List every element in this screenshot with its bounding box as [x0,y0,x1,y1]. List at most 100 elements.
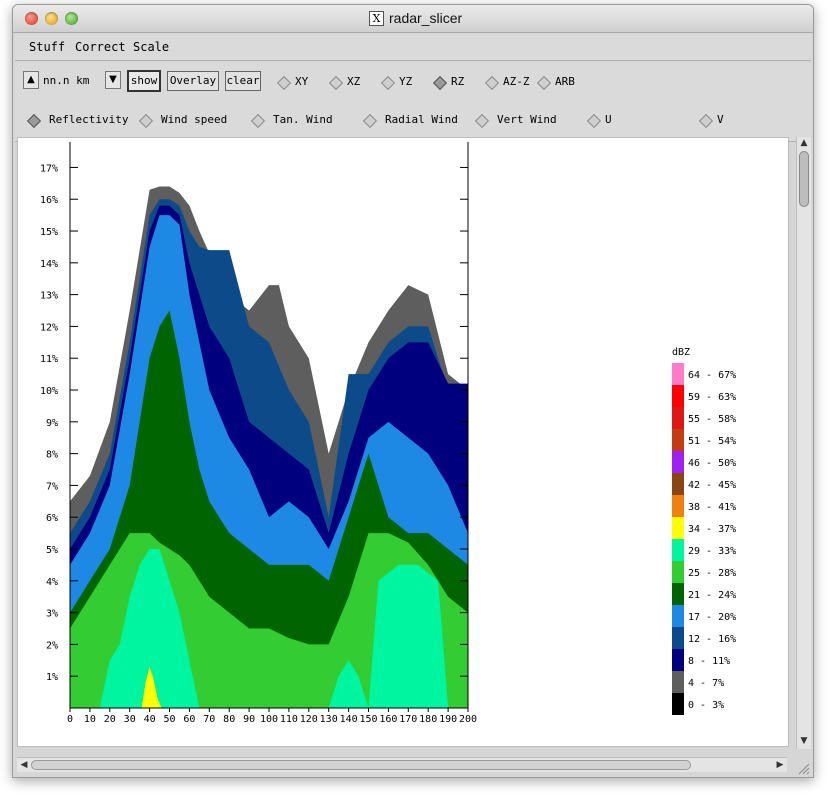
legend-label-4: 46 - 50% [688,458,736,469]
show-button[interactable]: show [127,70,161,92]
scroll-up-arrow-icon[interactable]: ▲ [797,137,811,149]
title-bar: X radar_slicer [13,5,813,33]
field-wind-speed-indicator [138,113,154,129]
horizontal-scrollbar[interactable]: ◀ ▶ [17,757,787,772]
x-tick-label-11: 110 [280,714,298,725]
field-u-radio[interactable]: U [586,113,619,129]
legend-label-11: 17 - 20% [688,612,736,623]
field-radial-wind-label: Radial Wind [385,113,458,126]
menu-scale[interactable]: Scale [133,40,169,54]
clear-button[interactable]: clear [225,71,261,91]
legend-label-9: 25 - 28% [688,568,736,579]
view-rz-radio[interactable]: RZ [432,75,475,91]
resize-grip-icon[interactable] [796,761,810,775]
height-up-button[interactable]: ▲ [23,71,39,89]
field-radial-wind-radio[interactable]: Radial Wind [362,113,465,129]
x-tick-label-8: 80 [223,714,235,725]
field-reflectivity-label: Reflectivity [49,113,129,126]
y-tick-label-0: 1% [46,672,58,683]
y-tick-label-3: 4% [46,577,58,588]
field-vert-wind-label: Vert Wind [497,113,557,126]
legend-swatch-15 [672,693,684,715]
x11-app-icon: X [369,11,384,26]
radar-slicer-window: X radar_slicer Stuff Correct Scale ▲ nn.… [12,4,814,778]
y-tick-label-5: 6% [46,513,58,524]
legend-label-14: 4 - 7% [688,678,724,689]
y-tick-label-7: 8% [46,450,58,461]
field-vert-wind-radio[interactable]: Vert Wind [474,113,567,129]
field-tan-wind-label: Tan. Wind [273,113,333,126]
legend-label-8: 29 - 33% [688,546,736,557]
x-tick-label-3: 30 [124,714,136,725]
reflectivity-layers [70,186,468,708]
view-arb-indicator [536,75,552,91]
legend-swatch-11 [672,605,684,627]
view-xz-radio[interactable]: XZ [328,75,371,91]
rz-reflectivity-cross-section: 1% 2% 3% 4% 5% 6% 7% 8% 9% 10% 11% 12% 13% 14% 15% 16% 1… [40,142,736,725]
y-tick-label-2: 3% [46,609,58,620]
x-tick-label-2: 20 [104,714,116,725]
view-az-z-radio[interactable]: AZ-Z [484,75,537,91]
vertical-scrollbar[interactable]: ▲ ▼ [796,137,811,749]
legend-swatch-10 [672,583,684,605]
x-tick-label-1: 10 [84,714,96,725]
view-yz-radio[interactable]: YZ [380,75,423,91]
view-az-z-indicator [484,75,500,91]
vertical-scroll-thumb[interactable] [799,151,809,207]
legend-label-10: 21 - 24% [688,590,736,601]
horizontal-scroll-thumb[interactable] [31,760,691,770]
y-tick-label-4: 5% [46,545,58,556]
legend-swatch-7 [672,517,684,539]
x-tick-label-5: 50 [163,714,175,725]
minimize-window-button[interactable] [45,12,58,25]
x-tick-label-9: 90 [243,714,255,725]
legend-swatch-1 [672,385,684,407]
view-xz-indicator [328,75,344,91]
view-yz-label: YZ [399,75,413,88]
legend-label-2: 55 - 58% [688,414,736,425]
x-tick-label-13: 130 [320,714,338,725]
field-wind-speed-label: Wind speed [161,113,228,126]
legend-swatch-12 [672,627,684,649]
x-tick-label-16: 160 [379,714,397,725]
x-tick-label-7: 70 [203,714,215,725]
zoom-window-button[interactable] [65,12,78,25]
legend-swatch-2 [672,407,684,429]
scroll-right-arrow-icon[interactable]: ▶ [773,759,787,771]
view-rz-label: RZ [451,75,465,88]
overlay-button[interactable]: Overlay [167,71,219,91]
view-yz-indicator [380,75,396,91]
scroll-down-arrow-icon[interactable]: ▼ [797,735,811,747]
view-xy-radio[interactable]: XY [276,75,319,91]
legend-label-15: 0 - 3% [688,700,724,711]
legend-swatch-8 [672,539,684,561]
close-window-button[interactable] [25,12,38,25]
view-arb-label: ARB [555,75,575,88]
field-reflectivity-radio[interactable]: Reflectivity [26,113,139,129]
x-tick-label-0: 0 [67,714,73,725]
x-tick-label-12: 120 [300,714,318,725]
legend-label-3: 51 - 54% [688,436,736,447]
legend-label-0: 64 - 67% [688,370,736,381]
height-down-button[interactable]: ▼ [105,71,121,89]
view-arb-radio[interactable]: ARB [536,75,583,91]
height-readout: nn.n km [43,74,90,87]
y-tick-label-12: 13% [40,291,58,302]
legend-swatch-5 [672,473,684,495]
y-tick-label-9: 10% [40,386,58,397]
y-tick-label-15: 16% [40,195,58,206]
field-tan-wind-radio[interactable]: Tan. Wind [250,113,343,129]
y-tick-label-1: 2% [46,640,58,651]
y-tick-label-11: 12% [40,322,58,333]
scroll-left-arrow-icon[interactable]: ◀ [17,759,31,771]
legend-label-1: 59 - 63% [688,392,736,403]
legend-swatch-9 [672,561,684,583]
field-radial-wind-indicator [362,113,378,129]
menu-stuff[interactable]: Stuff [29,40,65,54]
field-v-radio[interactable]: V [698,113,731,129]
x-tick-label-4: 40 [144,714,156,725]
field-wind-speed-radio[interactable]: Wind speed [138,113,241,129]
legend-swatch-14 [672,671,684,693]
menu-correct[interactable]: Correct [75,40,126,54]
field-tan-wind-indicator [250,113,266,129]
